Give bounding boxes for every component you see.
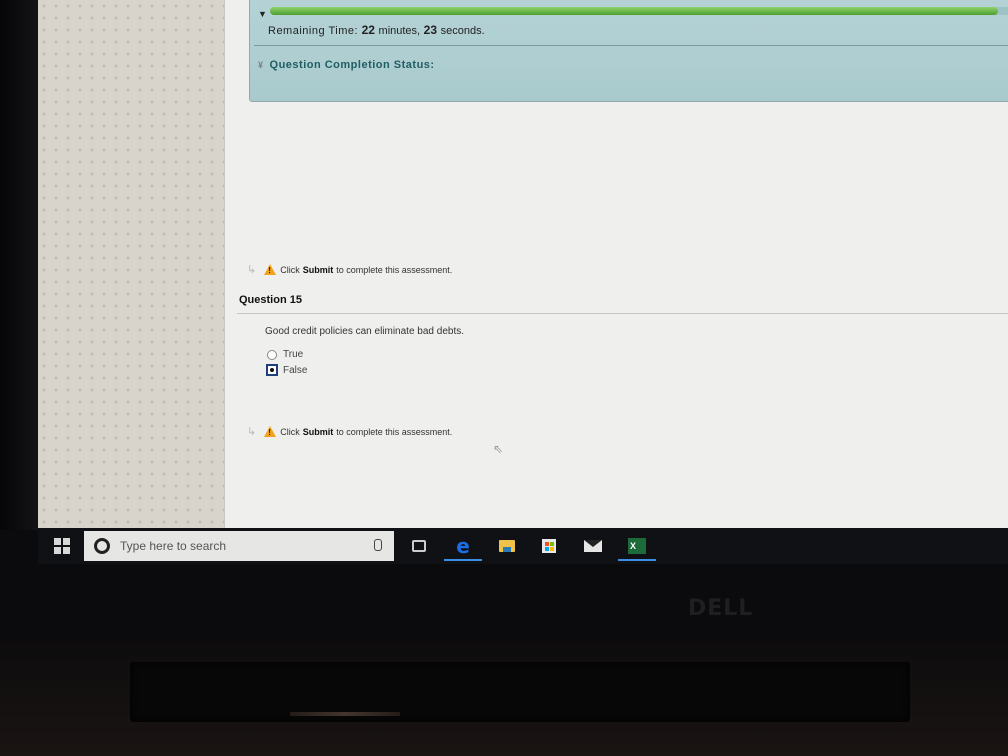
taskbar-search[interactable] — [84, 531, 394, 561]
excel-icon: X — [628, 538, 646, 554]
seconds-value: 23 — [423, 23, 438, 37]
panel-divider — [254, 45, 1008, 46]
taskbar: e X — [38, 528, 1008, 564]
seconds-unit: seconds. — [440, 25, 485, 37]
cortana-icon[interactable] — [94, 538, 110, 554]
folder-icon — [499, 540, 515, 552]
mail-icon — [584, 540, 602, 552]
option-false-label: False — [283, 364, 308, 376]
time-progress-fill — [270, 7, 998, 15]
screen-bezel — [0, 0, 38, 530]
option-true-label: True — [283, 349, 304, 360]
page-side-background — [38, 0, 224, 528]
task-view-icon — [412, 540, 426, 552]
question-divider — [237, 313, 1008, 314]
assessment-content: ▼ Remaining Time: 22 minutes, 23 seconds… — [224, 0, 1008, 528]
warning-icon: ! — [264, 264, 277, 275]
store-button[interactable] — [528, 531, 570, 561]
completion-status-label: Question Completion Status: — [269, 59, 435, 71]
indent-arrow-icon: ↳ — [247, 264, 257, 276]
minutes-value: 22 — [361, 23, 375, 37]
excel-button[interactable]: X — [616, 531, 658, 561]
edge-icon: e — [456, 534, 470, 558]
option-false[interactable]: False — [266, 364, 308, 376]
notice-prefix: Click — [280, 426, 300, 437]
notice-suffix: to complete this assessment. — [336, 426, 453, 437]
mouse-cursor-icon: ⇖ — [493, 442, 504, 456]
caret-down-icon[interactable]: ▼ — [258, 9, 267, 19]
task-view-button[interactable] — [398, 531, 440, 561]
store-icon — [542, 539, 556, 553]
submit-notice-top: ↳ ! Click Submit to complete this assess… — [247, 263, 452, 276]
edge-button[interactable]: e — [442, 531, 484, 561]
indent-arrow-icon: ↳ — [247, 426, 257, 438]
windows-start-icon[interactable] — [54, 538, 70, 554]
option-true[interactable]: True — [267, 349, 303, 360]
question-title: Question 15 — [239, 294, 302, 306]
mail-button[interactable] — [572, 531, 614, 561]
minutes-unit: minutes, — [378, 25, 421, 37]
dell-logo: DELL — [688, 596, 754, 621]
radio-false-selected[interactable] — [266, 364, 278, 376]
timer-panel: ▼ Remaining Time: 22 minutes, 23 seconds… — [249, 0, 1008, 102]
search-input[interactable] — [118, 538, 362, 554]
laptop-reflection — [290, 712, 400, 716]
notice-submit-word: Submit — [302, 264, 334, 275]
notice-submit-word: Submit — [302, 426, 334, 437]
notice-suffix: to complete this assessment. — [336, 264, 453, 275]
question-completion-status-toggle[interactable]: ¥ Question Completion Status: — [258, 59, 435, 71]
screen: ▼ Remaining Time: 22 minutes, 23 seconds… — [38, 0, 1008, 528]
time-progress-bar — [270, 7, 1008, 15]
warning-icon: ! — [264, 426, 277, 437]
laptop-hinge — [130, 662, 910, 722]
remaining-time: Remaining Time: 22 minutes, 23 seconds. — [268, 23, 485, 37]
double-chevron-down-icon: ¥ — [258, 60, 264, 70]
file-explorer-button[interactable] — [486, 531, 528, 561]
notice-prefix: Click — [280, 264, 300, 275]
submit-notice-bottom: ↳ ! Click Submit to complete this assess… — [247, 425, 452, 438]
microphone-icon[interactable] — [374, 539, 382, 551]
radio-true[interactable] — [267, 349, 277, 360]
remaining-time-label: Remaining Time: — [268, 25, 359, 37]
question-text: Good credit policies can eliminate bad d… — [265, 326, 465, 337]
